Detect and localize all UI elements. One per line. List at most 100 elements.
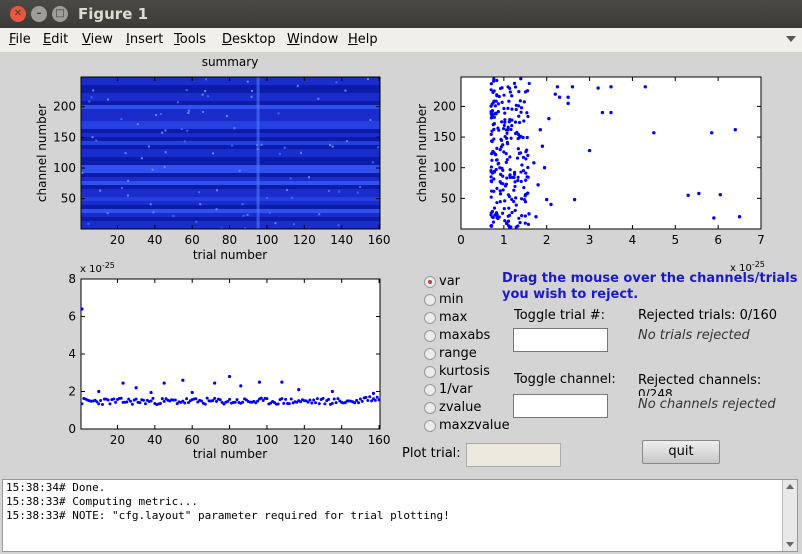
console-log[interactable]: 15:38:34# Done. 15:38:33# Computing metr… <box>2 479 798 552</box>
heatmap-cell <box>215 189 218 192</box>
toggle-trial-label: Toggle trial #: <box>514 308 605 323</box>
scatter-point <box>508 90 512 94</box>
minimize-icon[interactable]: – <box>31 6 47 22</box>
radio-maxabs-indicator[interactable] <box>424 330 436 342</box>
scatter-point <box>526 222 531 226</box>
radio-min-indicator[interactable] <box>424 294 436 306</box>
channel-scatter-chart[interactable]: 01234567 50100150200 x 10-25 channel num… <box>400 53 802 278</box>
scatter-point <box>536 183 540 187</box>
heatmap-cell <box>317 97 320 100</box>
menu-view[interactable]: View <box>82 32 113 47</box>
scroll-down-icon[interactable] <box>786 542 794 547</box>
radio-var-indicator[interactable] <box>424 276 436 288</box>
scatter-point <box>525 135 529 140</box>
scatter-point <box>287 402 291 406</box>
menu-desktop[interactable]: Desktop <box>222 32 276 47</box>
heatmap-cell <box>307 176 310 179</box>
scatter-point <box>527 212 531 216</box>
menu-file[interactable]: File <box>9 32 31 47</box>
scatter-point <box>513 184 517 189</box>
toggle-trial-input[interactable] <box>513 328 608 352</box>
scatter-point <box>492 99 496 103</box>
scatter-point <box>106 398 110 402</box>
heatmap-row <box>81 137 380 142</box>
scatter-point <box>495 212 499 217</box>
menu-tools[interactable]: Tools <box>174 32 206 47</box>
scatter-point <box>310 401 314 405</box>
scatter-point <box>733 128 737 132</box>
heatmap-row <box>81 129 380 134</box>
radio-max-indicator[interactable] <box>424 312 436 324</box>
heatmap-row <box>81 105 380 110</box>
plot-trial-input[interactable] <box>466 443 561 467</box>
heatmap-cell <box>345 140 348 143</box>
radio-1var-indicator[interactable] <box>424 384 436 396</box>
chevron-down-icon[interactable] <box>786 36 796 42</box>
maximize-icon[interactable]: □ <box>52 6 68 22</box>
heatmap-row <box>81 141 380 146</box>
scatter-point <box>489 152 494 156</box>
radio-zvalue-indicator[interactable] <box>424 402 436 414</box>
heatmap-row <box>81 101 380 106</box>
menu-help[interactable]: Help <box>348 32 378 47</box>
menu-window[interactable]: Window <box>287 32 338 47</box>
x-tick-label: 60 <box>185 433 200 447</box>
scatter-point <box>510 107 514 111</box>
scatter-point <box>504 160 508 164</box>
x-tick-label: 40 <box>147 233 162 247</box>
scatter-point <box>521 169 526 173</box>
scatter-point <box>570 85 575 89</box>
summary-heatmap-chart[interactable]: summary 20 40 60 80 100 120 140 160 50 100 150 200… <box>0 53 400 268</box>
scatter-point <box>515 156 520 160</box>
heatmap-cell <box>338 190 341 193</box>
scatter-point <box>501 174 505 178</box>
radio-maxzvalue-indicator[interactable] <box>424 420 436 432</box>
scatter-point <box>500 120 504 124</box>
heatmap-row <box>81 181 380 186</box>
radio-range-indicator[interactable] <box>424 348 436 360</box>
heatmap-cell <box>260 143 263 146</box>
scatter-point <box>652 131 656 135</box>
menu-view-accel: V <box>82 32 91 47</box>
menu-file-rest: ile <box>15 32 31 47</box>
scroll-up-icon[interactable] <box>786 484 794 489</box>
menu-edit[interactable]: Edit <box>43 32 68 47</box>
scatter-point <box>492 177 496 181</box>
menu-insert[interactable]: Insert <box>126 32 163 47</box>
heatmap-cell <box>99 189 102 192</box>
close-icon[interactable]: ✕ <box>10 6 26 22</box>
heatmap-cell <box>318 213 321 216</box>
scatter-point <box>524 150 528 154</box>
menu-view-rest: iew <box>90 32 113 47</box>
trial-scatter-chart[interactable]: x 10-25 20 40 60 80 100 120 140 160 0 2 4 6 8 trial… <box>0 260 400 470</box>
scatter-point <box>512 172 517 176</box>
heatmap-cell <box>88 100 91 103</box>
scatter-point <box>527 81 531 86</box>
console-scrollbar[interactable] <box>782 480 797 551</box>
heatmap-row <box>81 205 380 210</box>
heatmap-cell <box>231 144 234 147</box>
toggle-channel-input[interactable] <box>513 394 608 418</box>
scatter-point <box>509 127 513 132</box>
scatter-point <box>526 165 530 170</box>
scatter-point <box>566 95 570 99</box>
scatter-point <box>134 397 138 401</box>
scatter-point <box>545 197 549 202</box>
scatter-point <box>513 131 518 136</box>
heatmap-cell <box>238 169 241 172</box>
scatter-point <box>280 380 284 384</box>
menu-insert-rest: nsert <box>129 32 164 47</box>
radio-kurtosis-indicator[interactable] <box>424 366 436 378</box>
figure-area: summary 20 40 60 80 100 120 140 160 50 100 150 200… <box>0 53 802 478</box>
scatter-point <box>507 206 511 210</box>
heatmap-row <box>81 165 380 170</box>
y-tick-label: 50 <box>61 192 76 206</box>
scatter-point <box>524 171 528 175</box>
scatter-point <box>497 215 501 219</box>
quit-button[interactable]: quit <box>642 440 720 464</box>
heatmap-row <box>81 93 380 98</box>
scatter-point <box>99 399 103 403</box>
scatter-point <box>506 85 510 89</box>
scatter-point <box>490 115 494 119</box>
scatter-point <box>517 114 521 118</box>
